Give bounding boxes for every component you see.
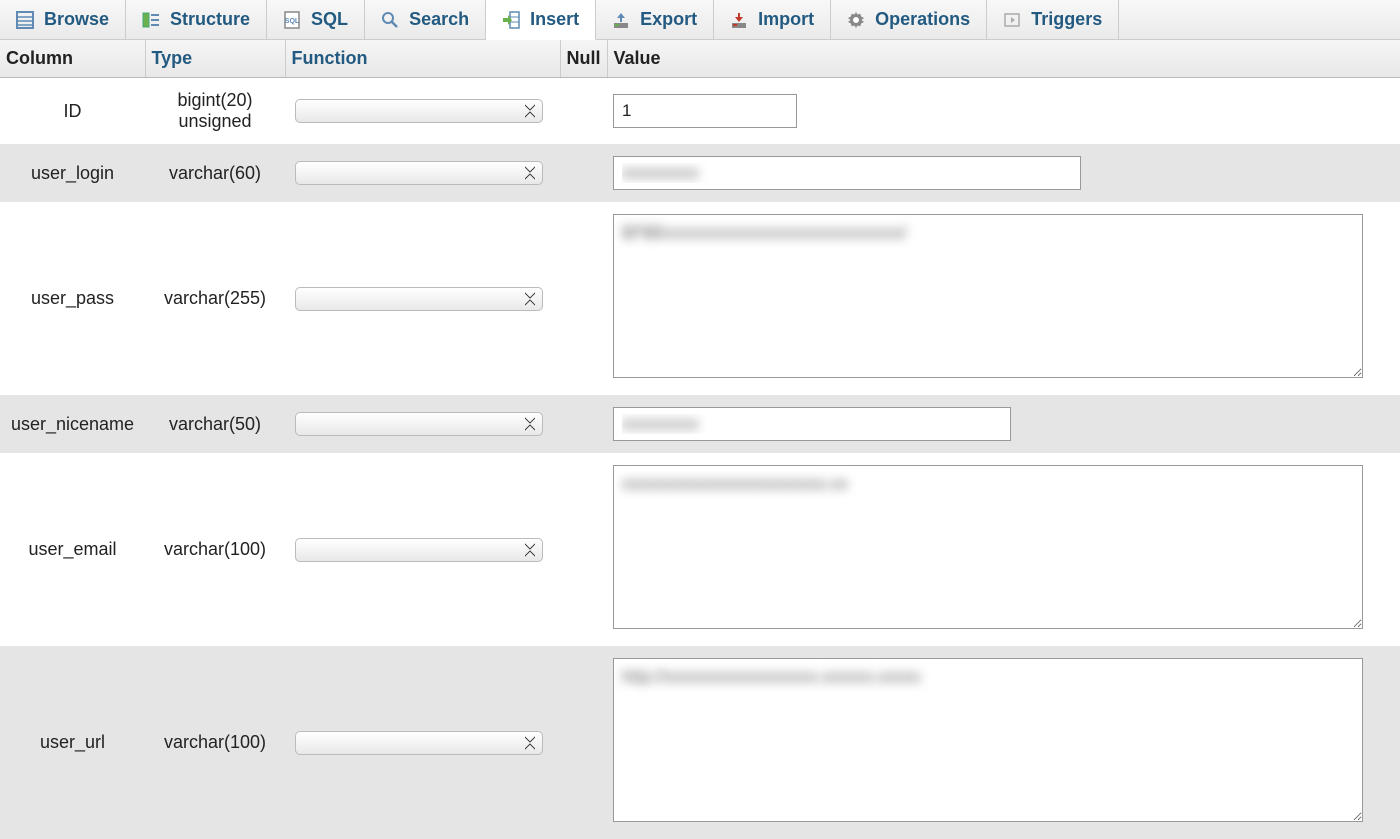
value-input-user-nicename[interactable] (613, 407, 1011, 441)
function-select[interactable] (295, 161, 543, 185)
tab-label: Operations (875, 9, 970, 30)
value-cell: xxxxxxxxxxxxxxxxxxxxxxxx.xx (607, 453, 1400, 646)
column-name: user_nicename (0, 395, 145, 453)
table-row: user_url varchar(100) http://xxxxxxxxxxx… (0, 646, 1400, 839)
tab-label: Export (640, 9, 697, 30)
value-cell (607, 144, 1400, 202)
value-input-user-login[interactable] (613, 156, 1081, 190)
tab-label: SQL (311, 9, 348, 30)
table-header-row: Column Type Function Null Value (0, 40, 1400, 78)
tab-label: Browse (44, 9, 109, 30)
tab-label: Structure (170, 9, 250, 30)
null-cell (560, 646, 607, 839)
tab-label: Triggers (1031, 9, 1102, 30)
column-type: varchar(100) (145, 646, 285, 839)
tab-sql[interactable]: SQL SQL (267, 0, 365, 39)
header-value: Value (607, 40, 1400, 78)
value-textarea-user-email[interactable]: xxxxxxxxxxxxxxxxxxxxxxxx.xx (613, 465, 1363, 629)
column-name: user_url (0, 646, 145, 839)
column-type: varchar(255) (145, 202, 285, 395)
tab-search[interactable]: Search (365, 0, 486, 39)
triggers-icon (1003, 11, 1021, 29)
tab-insert[interactable]: Insert (486, 0, 596, 40)
table-row: user_login varchar(60) (0, 144, 1400, 202)
function-select[interactable] (295, 99, 543, 123)
column-name: user_email (0, 453, 145, 646)
tab-label: Search (409, 9, 469, 30)
tab-import[interactable]: Import (714, 0, 831, 39)
value-textarea-user-url[interactable]: http://xxxxxxxxxxxxxxxxxx.xxxxxx.xxxxx (613, 658, 1363, 822)
column-type: varchar(100) (145, 453, 285, 646)
function-select[interactable] (295, 731, 543, 755)
function-select[interactable] (295, 538, 543, 562)
structure-icon (142, 11, 160, 29)
column-type: bigint(20) unsigned (145, 78, 285, 145)
null-cell (560, 453, 607, 646)
function-select[interactable] (295, 412, 543, 436)
function-cell (285, 646, 560, 839)
column-type: varchar(60) (145, 144, 285, 202)
value-cell (607, 78, 1400, 145)
function-cell (285, 395, 560, 453)
tab-label: Import (758, 9, 814, 30)
import-icon (730, 11, 748, 29)
tab-browse[interactable]: Browse (0, 0, 126, 39)
svg-text:SQL: SQL (285, 18, 300, 25)
null-cell (560, 78, 607, 145)
table-row: ID bigint(20) unsigned (0, 78, 1400, 145)
table-row: user_nicename varchar(50) (0, 395, 1400, 453)
null-cell (560, 395, 607, 453)
header-column: Column (0, 40, 145, 78)
function-cell (285, 78, 560, 145)
column-name: user_pass (0, 202, 145, 395)
sql-icon: SQL (283, 11, 301, 29)
null-cell (560, 202, 607, 395)
column-name: ID (0, 78, 145, 145)
null-cell (560, 144, 607, 202)
value-cell: http://xxxxxxxxxxxxxxxxxx.xxxxxx.xxxxx (607, 646, 1400, 839)
tab-label: Insert (530, 9, 579, 30)
export-icon (612, 11, 630, 29)
value-cell: $P$Bxxxxxxxxxxxxxxxxxxxxxxxxxxxx/ (607, 202, 1400, 395)
function-cell (285, 202, 560, 395)
table-row: user_email varchar(100) xxxxxxxxxxxxxxxx… (0, 453, 1400, 646)
value-textarea-user-pass[interactable]: $P$Bxxxxxxxxxxxxxxxxxxxxxxxxxxxx/ (613, 214, 1363, 378)
tab-structure[interactable]: Structure (126, 0, 267, 39)
search-icon (381, 11, 399, 29)
column-name: user_login (0, 144, 145, 202)
header-type: Type (145, 40, 285, 78)
insert-icon (502, 11, 520, 29)
insert-form-table: Column Type Function Null Value ID bigin… (0, 40, 1400, 839)
operations-icon (847, 11, 865, 29)
function-cell (285, 453, 560, 646)
browse-icon (16, 11, 34, 29)
function-select[interactable] (295, 287, 543, 311)
column-type: varchar(50) (145, 395, 285, 453)
value-input-id[interactable] (613, 94, 797, 128)
header-function: Function (285, 40, 560, 78)
value-cell (607, 395, 1400, 453)
function-cell (285, 144, 560, 202)
tab-triggers[interactable]: Triggers (987, 0, 1119, 39)
tab-bar: Browse Structure SQL SQL Search Insert E… (0, 0, 1400, 40)
tab-export[interactable]: Export (596, 0, 714, 39)
table-row: user_pass varchar(255) $P$Bxxxxxxxxxxxxx… (0, 202, 1400, 395)
tab-operations[interactable]: Operations (831, 0, 987, 39)
header-null: Null (560, 40, 607, 78)
